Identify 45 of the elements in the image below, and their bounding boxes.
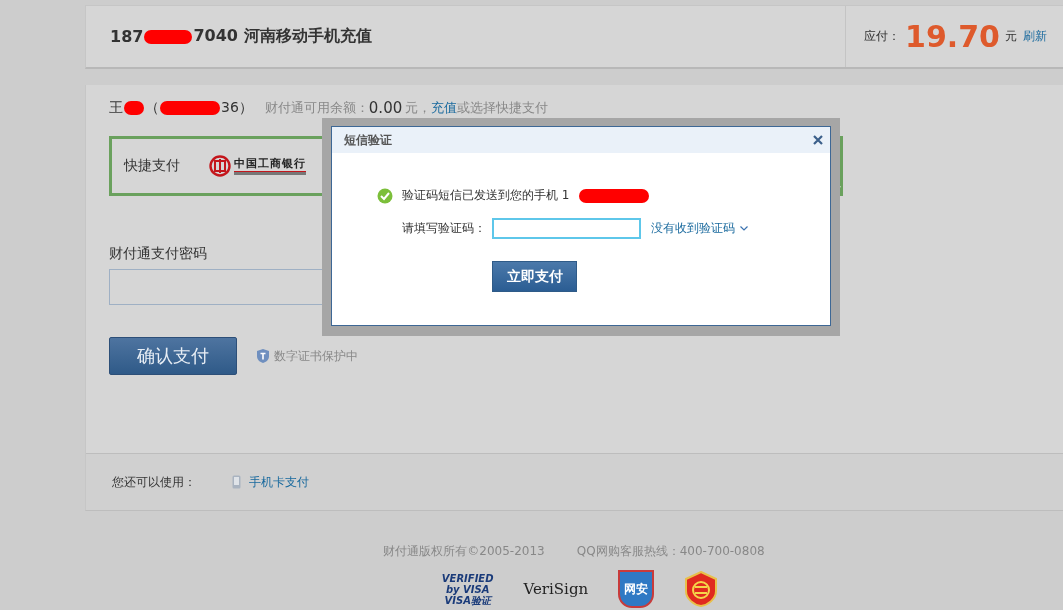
refresh-link[interactable]: 刷新 <box>1023 28 1047 45</box>
amount-label: 应付： <box>864 28 901 45</box>
success-check-icon <box>377 187 393 204</box>
account-name: 王 <box>109 99 123 117</box>
bank-name: 中国工商银行 <box>234 157 306 170</box>
close-button[interactable] <box>812 134 824 146</box>
amount-value: 19.70 <box>905 19 1000 54</box>
balance-label: 财付通可用余额： <box>264 99 369 117</box>
verification-code-field[interactable] <box>492 218 641 239</box>
dialog-title: 短信验证 <box>344 131 392 149</box>
redaction-mark <box>579 188 650 203</box>
redaction-mark <box>144 29 193 44</box>
resend-code-link[interactable]: 没有收到验证码 <box>651 220 735 237</box>
verified-by-visa-logo: VERIFIED by VISA VISA验证 <box>441 572 494 606</box>
sms-sent-message: 验证码短信已发送到您的手机 1 <box>402 187 570 204</box>
copyright-text: 财付通版权所有©2005-2013 <box>383 543 545 560</box>
security-shield-badge: 网安 <box>618 570 655 608</box>
balance-unit: 元， <box>405 99 432 117</box>
pay-now-button[interactable]: 立即支付 <box>492 261 577 292</box>
password-label: 财付通支付密码 <box>109 245 208 263</box>
quick-pay-label: 快捷支付 <box>124 157 181 175</box>
bank-emblem-icon <box>209 155 231 177</box>
redaction-mark <box>124 101 144 115</box>
phone-number: 187 <box>110 27 144 46</box>
bank-underline <box>234 170 306 175</box>
confirm-pay-button[interactable]: 确认支付 <box>109 337 237 375</box>
alternatives-label: 您还可以使用： <box>112 473 197 491</box>
phone-card-pay-link[interactable]: 手机卡支付 <box>249 473 309 491</box>
seal-badge-icon <box>684 571 719 607</box>
order-title: 7040 河南移动手机充值 <box>193 26 372 47</box>
recharge-link[interactable]: 充值 <box>431 99 458 117</box>
close-icon <box>813 135 823 145</box>
caret-icon <box>740 226 748 231</box>
certificate-note: 数字证书保护中 <box>274 347 358 365</box>
account-id: （ <box>145 99 159 117</box>
shield-icon <box>256 348 270 364</box>
account-id: 36） <box>221 99 253 117</box>
phone-icon <box>232 475 241 489</box>
currency-label: 元 <box>1005 28 1017 45</box>
hotline-text: QQ网购客服热线：400-700-0808 <box>576 543 765 560</box>
quick-pay-hint: 或选择快捷支付 <box>457 99 549 117</box>
code-label: 请填写验证码： <box>402 220 487 237</box>
balance-value: 0.00 <box>368 99 403 117</box>
verisign-logo: VeriSign <box>523 580 589 598</box>
redaction-mark <box>160 101 220 115</box>
